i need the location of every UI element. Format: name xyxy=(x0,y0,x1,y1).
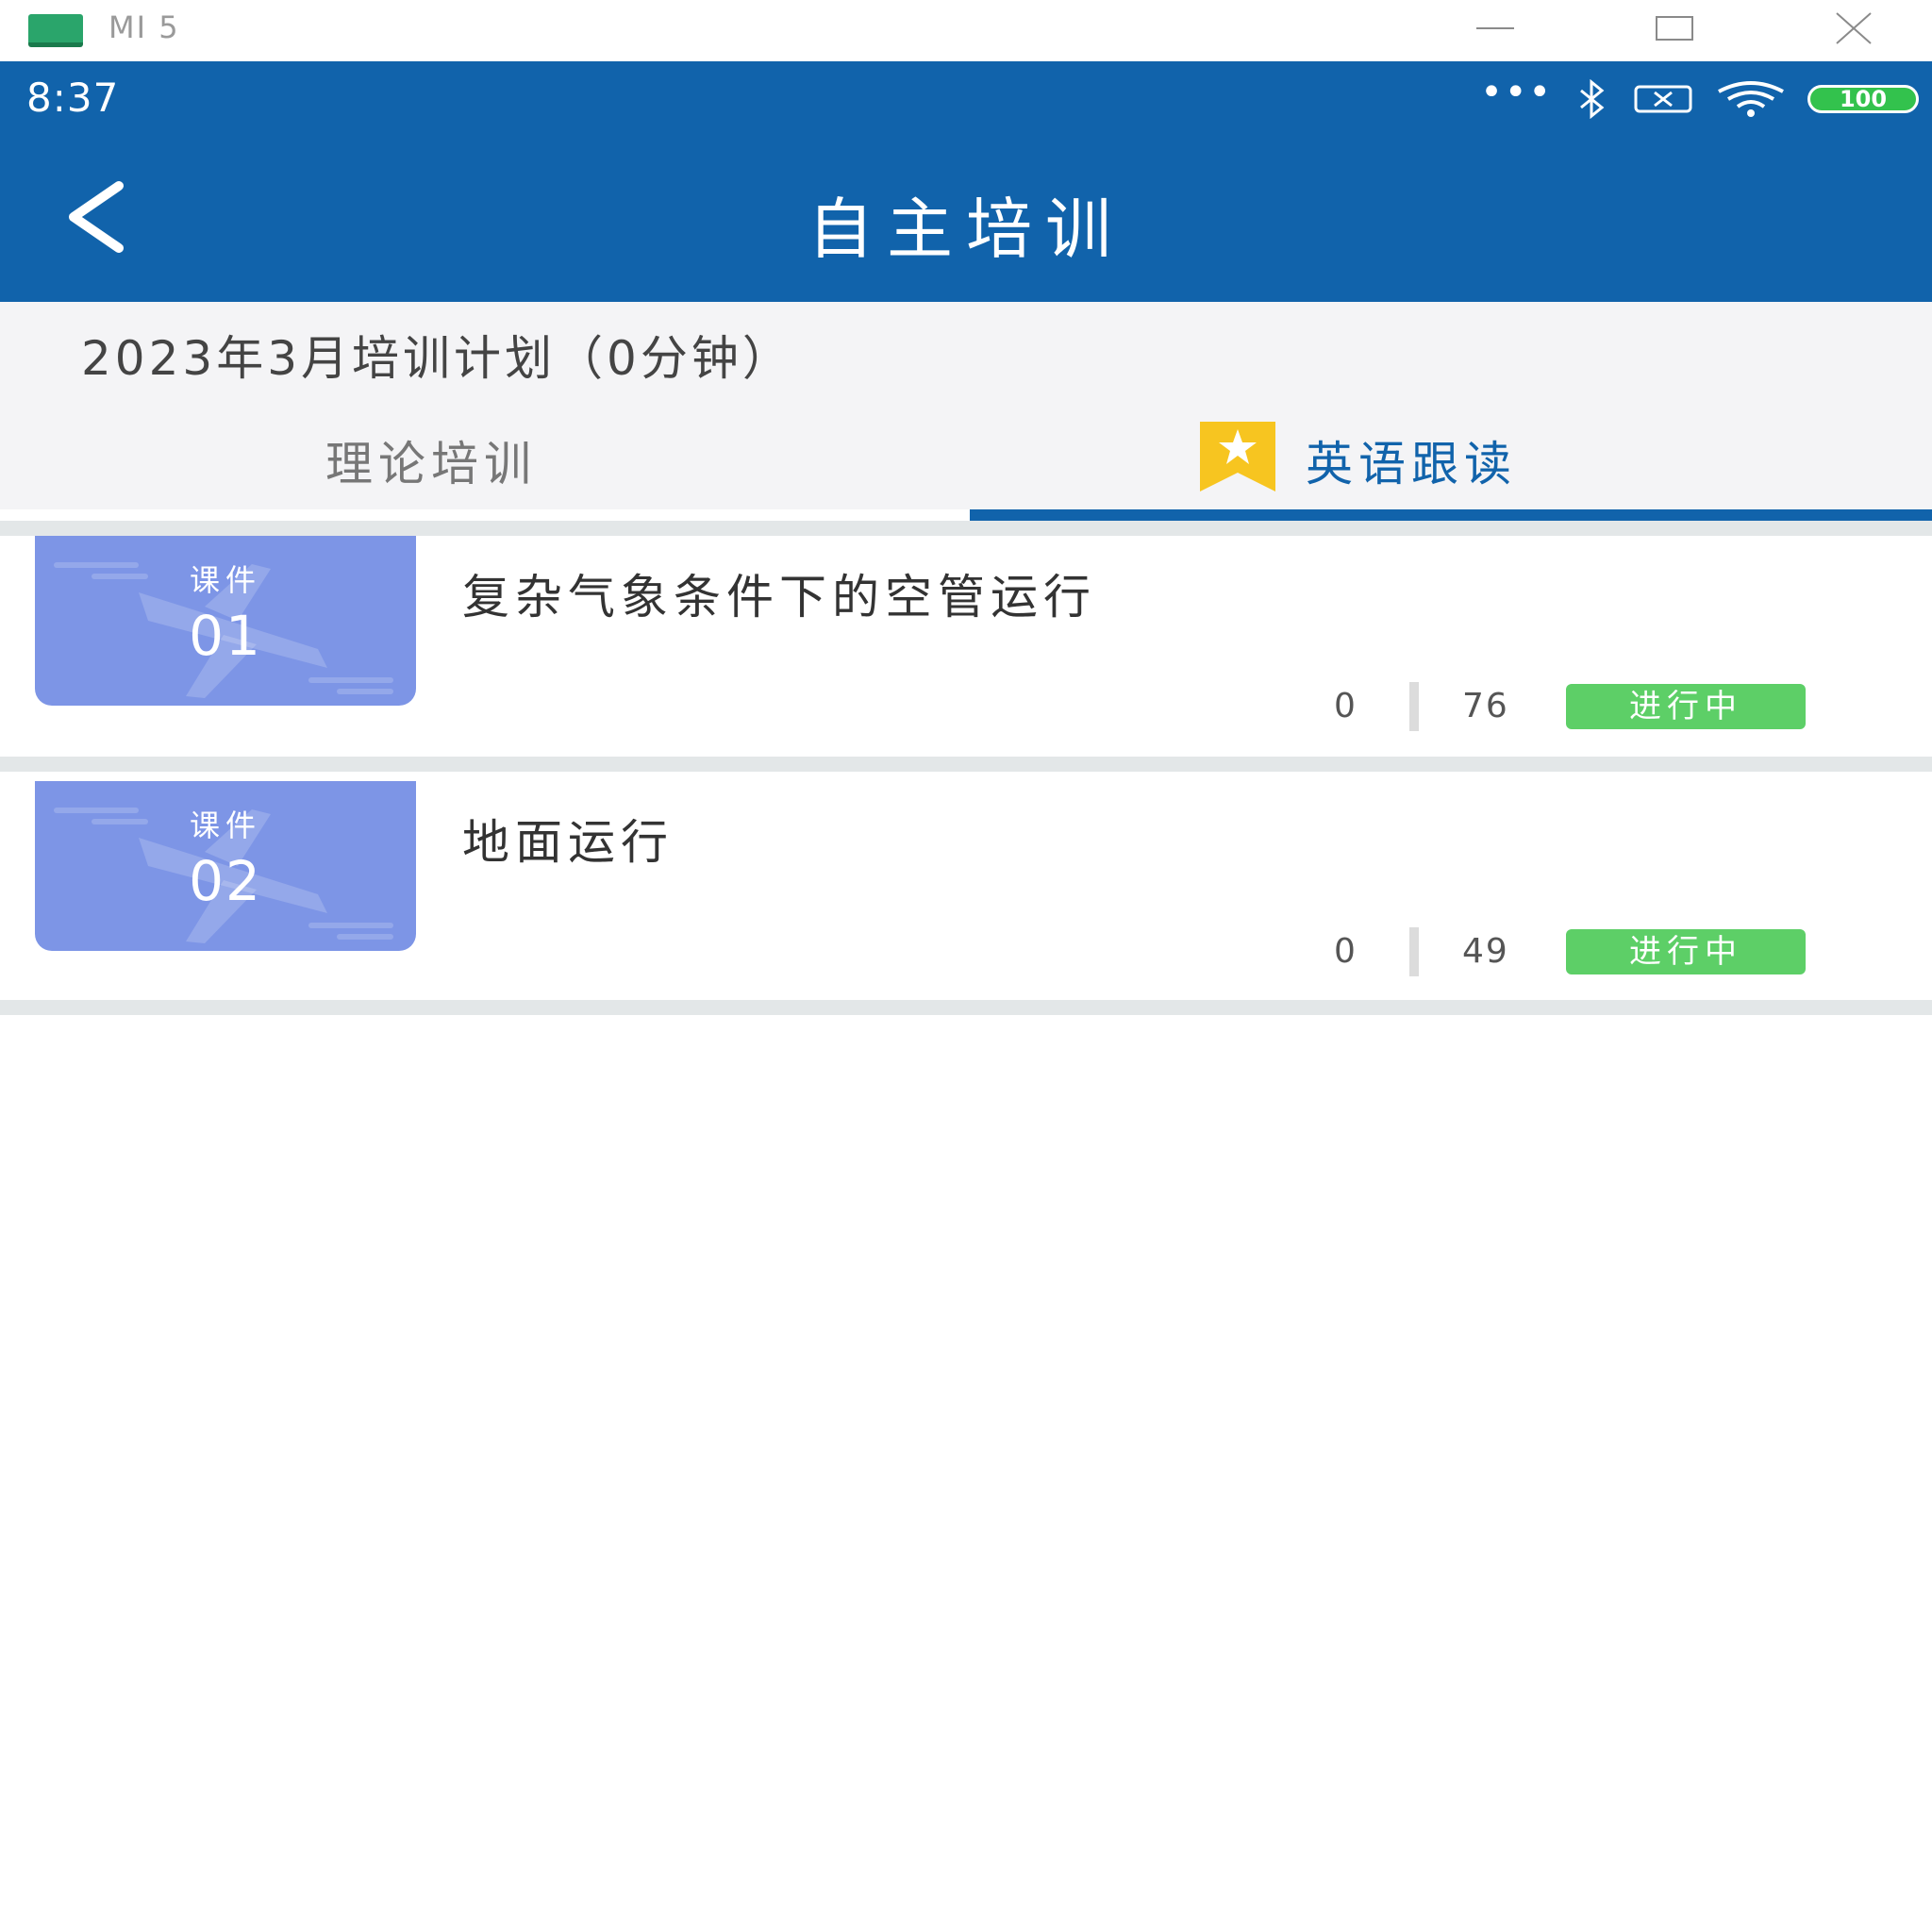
stat-divider xyxy=(1409,682,1419,731)
window-title-bar: MI 5 xyxy=(0,0,1932,61)
status-badge: 进行中 xyxy=(1566,929,1806,974)
course-title: 地面运行 xyxy=(462,815,674,870)
tab-underline xyxy=(0,509,970,521)
device-name: MI 5 xyxy=(108,9,180,45)
tab-bar: 理论培训 英语跟读 xyxy=(0,396,1932,522)
divider xyxy=(0,1000,1932,1015)
active-tab-indicator xyxy=(970,509,1932,521)
battery-indicator: 100 xyxy=(1807,85,1919,113)
app-header: 自主培训 xyxy=(0,137,1932,302)
bluetooth-icon xyxy=(1580,79,1605,119)
course-stat-total: 76 xyxy=(1462,687,1509,725)
course-item[interactable]: 课件 01 复杂气象条件下的空管运行 0 76 进行中 xyxy=(0,536,1932,765)
course-item[interactable]: 课件 02 地面运行 0 49 进行中 xyxy=(0,781,1932,1010)
thumbnail-label: 课件 xyxy=(189,808,261,843)
wifi-icon xyxy=(1718,81,1784,117)
course-thumbnail: 课件 01 xyxy=(35,536,416,706)
device-icon xyxy=(28,14,83,47)
status-badge: 进行中 xyxy=(1566,684,1806,729)
tab-label: 理论培训 xyxy=(325,437,537,491)
no-sim-icon xyxy=(1634,85,1692,113)
status-time: 8:37 xyxy=(26,75,120,121)
tab-theory-training[interactable]: 理论培训 xyxy=(0,396,966,522)
course-stat-total: 49 xyxy=(1462,932,1509,971)
close-button[interactable] xyxy=(1825,9,1882,47)
minimize-button[interactable] xyxy=(1467,9,1524,47)
star-bookmark-icon xyxy=(1200,422,1275,491)
tab-english-reading[interactable]: 英语跟读 xyxy=(966,396,1932,522)
plan-title: 2023年3月培训计划（0分钟） xyxy=(81,331,793,386)
thumbnail-number: 02 xyxy=(189,849,262,913)
more-dots-icon: ••• xyxy=(1480,71,1553,114)
page-title: 自主培训 xyxy=(808,191,1124,268)
course-stat-completed: 0 xyxy=(1334,687,1357,725)
divider xyxy=(0,521,1932,536)
stat-divider xyxy=(1409,927,1419,976)
maximize-button[interactable] xyxy=(1646,9,1703,47)
thumbnail-label: 课件 xyxy=(189,562,261,598)
status-bar: 8:37 ••• 100 xyxy=(0,61,1932,137)
status-icons: ••• 100 xyxy=(1480,74,1919,120)
divider xyxy=(0,757,1932,772)
plan-header: 2023年3月培训计划（0分钟） xyxy=(0,302,1932,396)
minimize-icon xyxy=(1476,27,1514,29)
course-thumbnail: 课件 02 xyxy=(35,781,416,951)
close-icon xyxy=(1836,12,1872,44)
course-stat-completed: 0 xyxy=(1334,932,1357,971)
tab-label: 英语跟读 xyxy=(1306,437,1517,491)
maximize-icon xyxy=(1656,16,1693,41)
course-title: 复杂气象条件下的空管运行 xyxy=(462,570,1096,625)
thumbnail-number: 01 xyxy=(189,604,262,668)
